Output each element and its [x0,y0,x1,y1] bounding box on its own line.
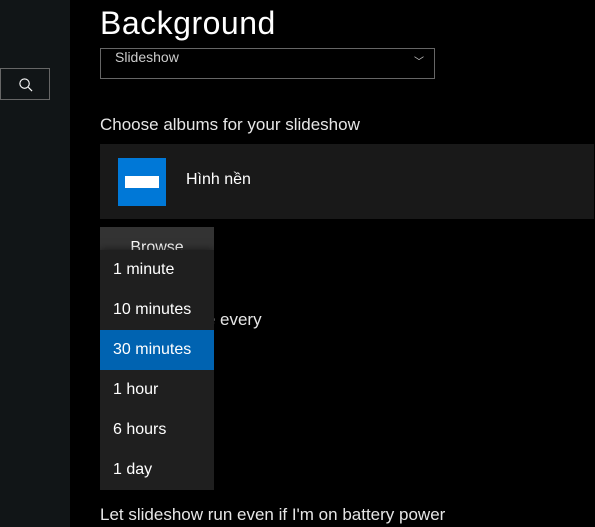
interval-option[interactable]: 6 hours [100,410,214,450]
change-interval-dropdown-list[interactable]: 1 minute10 minutes30 minutes1 hour6 hour… [100,250,214,490]
interval-option[interactable]: 30 minutes [100,330,214,370]
settings-sidebar [0,0,70,527]
main-panel: Background Slideshow ﹀ Choose albums for… [70,0,595,527]
album-name: Hình nền [186,171,251,189]
background-type-value: Slideshow [115,49,414,65]
interval-option[interactable]: 1 day [100,450,214,490]
album-folder-icon [118,158,166,206]
album-card[interactable]: Hình nền [100,144,594,219]
albums-section-label: Choose albums for your slideshow [100,115,360,135]
interval-option[interactable]: 1 hour [100,370,214,410]
page-title: Background [100,5,595,42]
interval-option[interactable]: 10 minutes [100,290,214,330]
search-icon [18,77,33,92]
chevron-down-icon: ﹀ [414,53,424,68]
search-box[interactable] [0,68,50,100]
background-type-dropdown[interactable]: Slideshow ﹀ [100,48,435,79]
interval-option[interactable]: 1 minute [100,250,214,290]
battery-slideshow-label: Let slideshow run even if I'm on battery… [100,505,445,525]
